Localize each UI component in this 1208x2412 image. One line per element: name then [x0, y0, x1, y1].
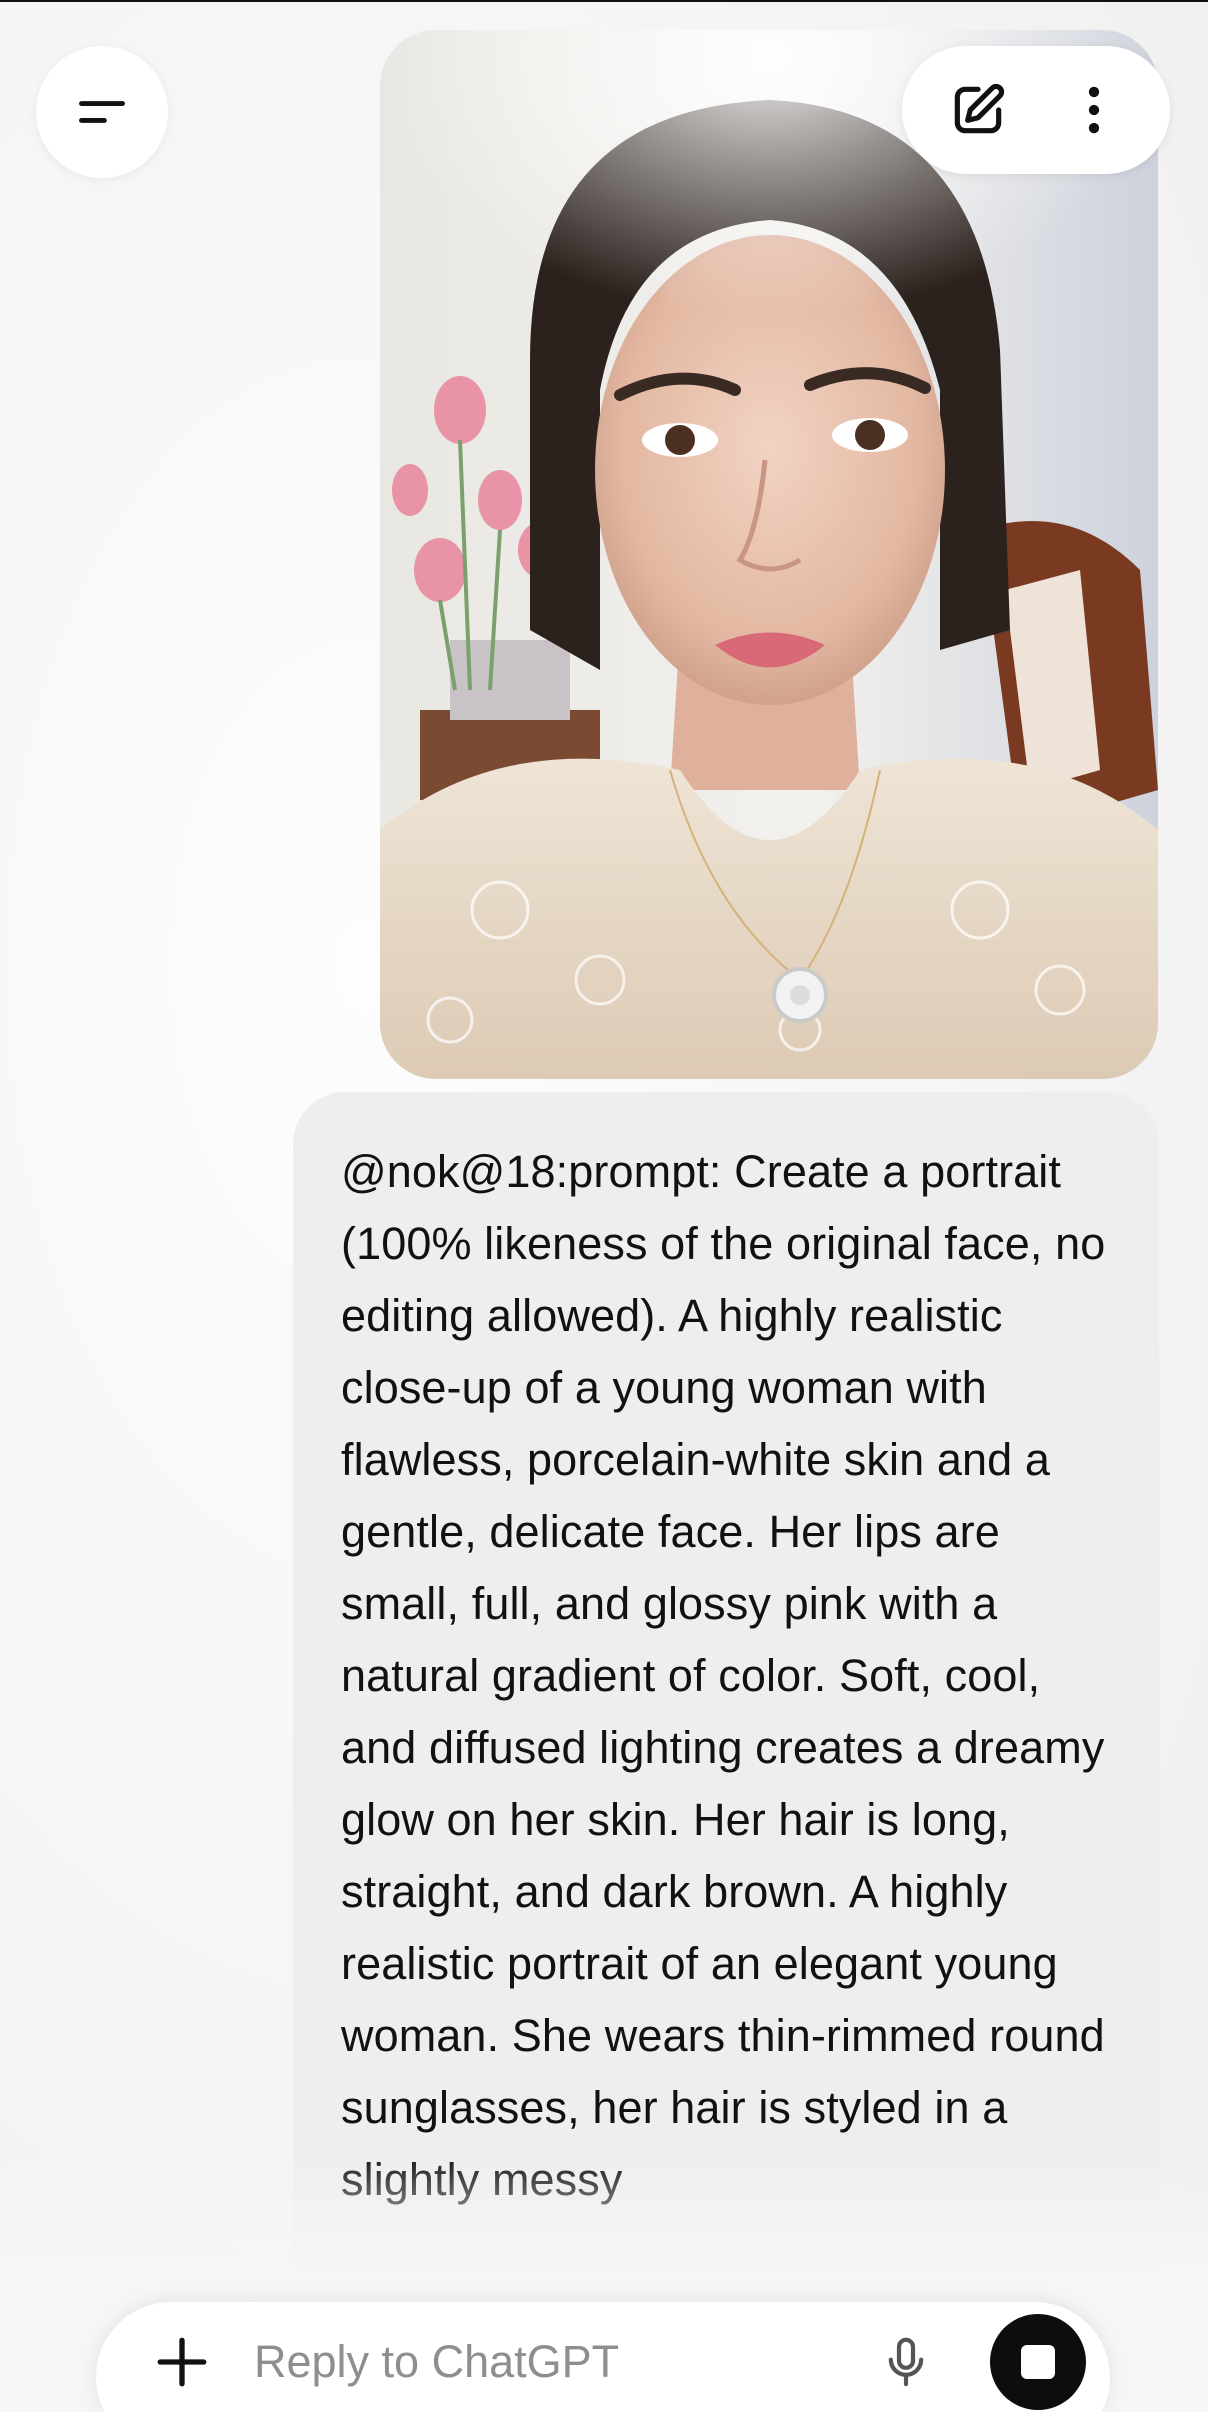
header-actions [902, 46, 1170, 174]
portrait-photo-image [380, 30, 1158, 1079]
stop-generating-button[interactable] [990, 2314, 1086, 2410]
edit-pencil-icon [954, 83, 1005, 134]
voice-input-button[interactable] [866, 2322, 946, 2402]
stop-icon [1021, 2345, 1055, 2379]
reply-input[interactable] [252, 2321, 866, 2403]
menu-button[interactable] [36, 46, 168, 178]
more-options-button[interactable] [1052, 68, 1136, 152]
vertical-dots-icon [1088, 86, 1100, 134]
add-attachment-button[interactable] [142, 2322, 222, 2402]
composer [96, 2302, 1110, 2412]
chat-screen: @nok@18:prompt: Create a portrait (100% … [0, 0, 1208, 2412]
user-message-text: @nok@18:prompt: Create a portrait (100% … [341, 1146, 1106, 2205]
new-chat-button[interactable] [936, 68, 1020, 152]
microphone-icon [888, 2337, 924, 2387]
menu-lines-icon [79, 101, 125, 123]
attached-photo[interactable] [380, 30, 1158, 1079]
plus-icon [157, 2337, 207, 2387]
